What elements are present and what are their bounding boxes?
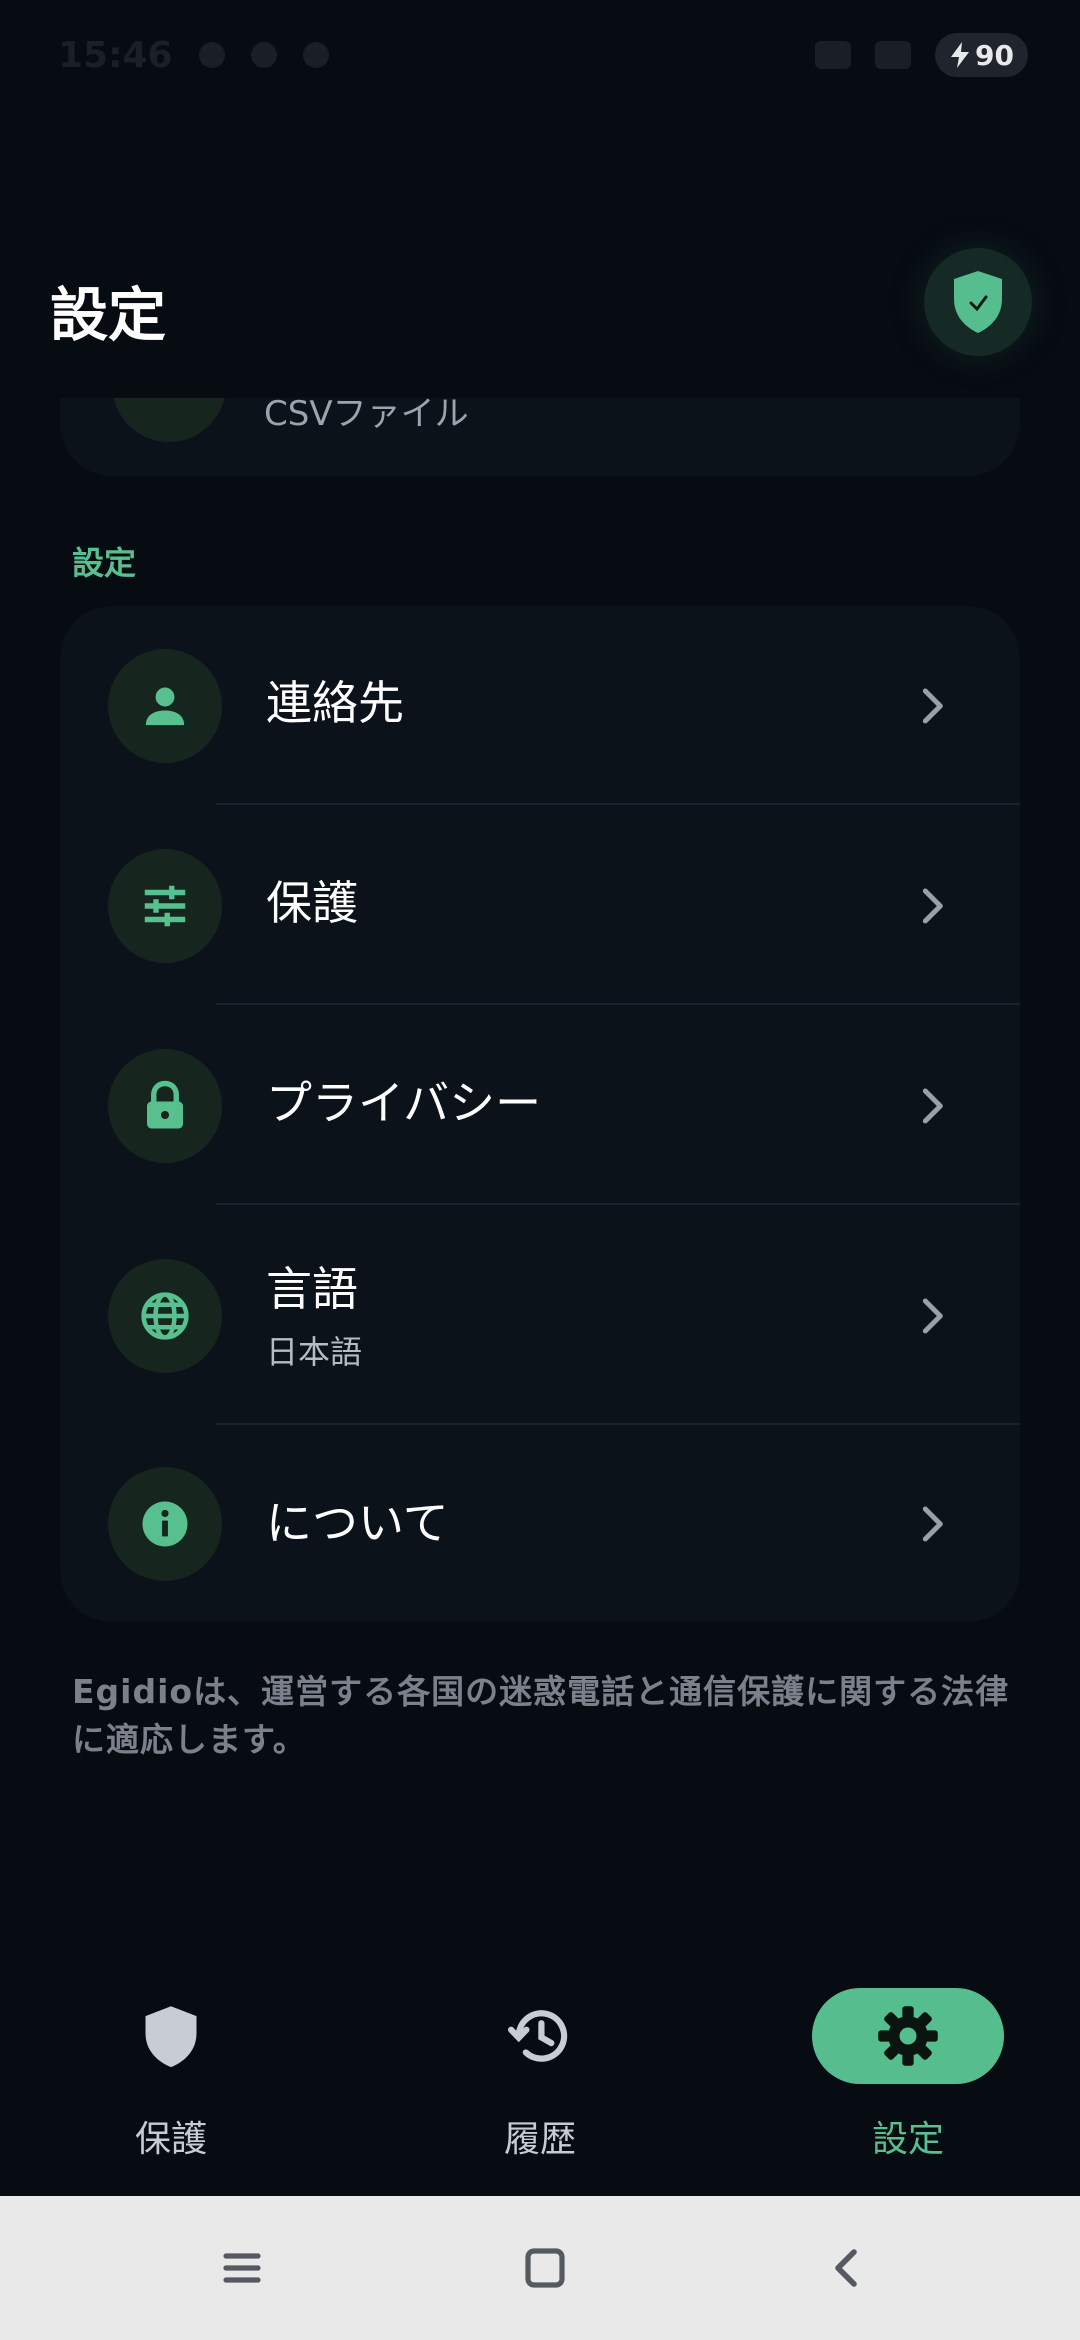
nav-tab-protection[interactable]: 保護 — [41, 1988, 301, 2178]
nav-label: 設定 — [871, 2119, 944, 2160]
back-button[interactable] — [818, 2238, 878, 2298]
settings-item-title: 連絡先 — [266, 676, 404, 730]
square-icon — [525, 2248, 565, 2288]
chevron-right-icon — [922, 1298, 943, 1334]
battery-indicator: 90 — [935, 33, 1028, 77]
history-icon — [507, 2010, 568, 2062]
info-icon — [108, 1467, 222, 1581]
status-bar: 15:46 90 — [0, 0, 1080, 110]
settings-item-about[interactable]: について — [60, 1426, 1020, 1622]
recent-apps-button[interactable] — [212, 2238, 272, 2298]
bottom-nav: 保護 履歴 設定 — [0, 1960, 1080, 2196]
legal-footnote: Egidioは、運営する各国の迷惑電話と通信保護に関する法律に適応します。 — [72, 1672, 1010, 1759]
system-nav-bar — [0, 2196, 1080, 2340]
signal-icon — [875, 41, 912, 69]
lock-icon — [108, 1049, 222, 1163]
chevron-right-icon — [922, 888, 943, 924]
nav-label: 保護 — [134, 2119, 207, 2160]
notification-icon — [198, 42, 225, 68]
settings-item-title: プライバシー — [266, 1076, 542, 1130]
row-text: について — [266, 1498, 449, 1549]
nav-icon-wrap — [444, 1988, 636, 2084]
tune-sliders-icon — [108, 849, 222, 963]
notification-icon — [302, 42, 329, 68]
status-time: 15:46 — [58, 34, 173, 76]
wifi-icon — [815, 41, 852, 69]
settings-item-language[interactable]: 言語 日本語 — [60, 1206, 1020, 1426]
settings-item-subtitle: 日本語 — [266, 1332, 363, 1371]
row-text: 連絡先 — [266, 678, 404, 729]
settings-item-title: 保護 — [266, 876, 358, 930]
row-text: プライバシー — [266, 1078, 541, 1129]
back-chevron-icon — [835, 2249, 857, 2287]
export-card[interactable]: CSVファイル — [60, 398, 1020, 476]
nav-icon-wrap — [75, 1988, 267, 2084]
row-text: 言語 日本語 — [266, 1264, 362, 1373]
protection-status-button[interactable] — [924, 248, 1032, 356]
export-icon — [112, 398, 226, 442]
section-label: 設定 — [72, 544, 137, 582]
home-button[interactable] — [515, 2238, 575, 2298]
menu-lines-icon — [223, 2253, 261, 2283]
chevron-right-icon — [922, 688, 943, 724]
divider — [216, 1423, 1020, 1425]
gear-icon — [878, 2006, 938, 2066]
status-left: 15:46 — [58, 35, 329, 76]
nav-tab-history[interactable]: 履歴 — [410, 1988, 670, 2178]
status-right: 90 — [815, 33, 1028, 77]
page-title: 設定 — [50, 281, 167, 349]
divider — [216, 1203, 1020, 1205]
chevron-right-icon — [922, 1088, 943, 1124]
shield-icon — [145, 2006, 197, 2068]
settings-item-contacts[interactable]: 連絡先 — [60, 606, 1020, 806]
nav-icon-wrap — [812, 1988, 1004, 2084]
globe-icon — [108, 1259, 222, 1373]
settings-item-title: 言語 — [266, 1262, 358, 1316]
notification-icon — [250, 42, 277, 68]
settings-item-privacy[interactable]: プライバシー — [60, 1006, 1020, 1206]
battery-level: 90 — [975, 38, 1014, 72]
person-icon — [108, 649, 222, 763]
settings-card: 連絡先 保護 プライバシー 言語 日本語 について — [60, 606, 1020, 1622]
chevron-right-icon — [922, 1506, 943, 1542]
nav-tab-settings[interactable]: 設定 — [778, 1988, 1038, 2178]
settings-item-protection[interactable]: 保護 — [60, 806, 1020, 1006]
shield-check-icon — [954, 271, 1002, 333]
divider — [216, 803, 1020, 805]
settings-item-title: について — [266, 1496, 449, 1550]
export-subtitle: CSVファイル — [264, 398, 469, 434]
charging-bolt-icon — [951, 42, 970, 68]
row-text: 保護 — [266, 878, 358, 929]
divider — [216, 1003, 1020, 1005]
nav-label: 履歴 — [503, 2119, 576, 2160]
